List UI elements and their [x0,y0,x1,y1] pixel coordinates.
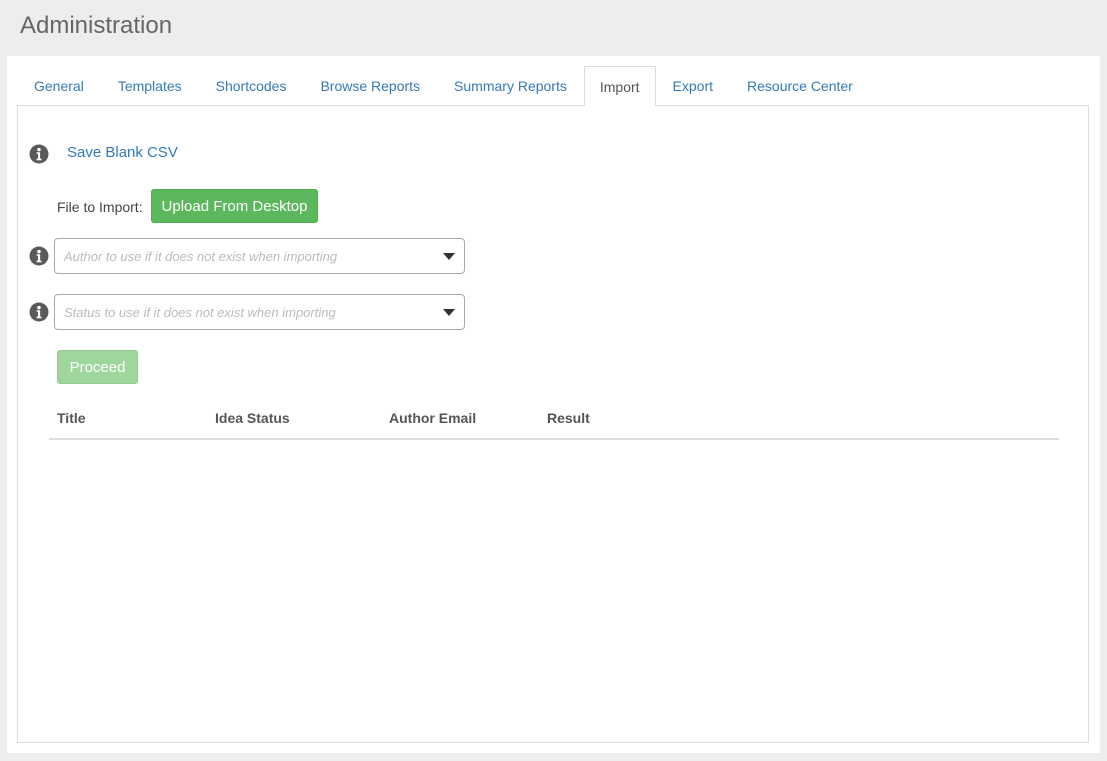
info-icon[interactable] [29,302,49,322]
tab-browse-reports[interactable]: Browse Reports [303,66,437,106]
column-header-idea-status: Idea Status [215,410,290,426]
status-select-placeholder: Status to use if it does not exist when … [64,305,336,320]
import-results-table-header: Title Idea Status Author Email Result [49,408,1059,440]
author-select[interactable]: Author to use if it does not exist when … [54,238,465,274]
column-header-author-email: Author Email [389,410,477,426]
tab-export[interactable]: Export [656,66,730,106]
status-select[interactable]: Status to use if it does not exist when … [54,294,465,330]
admin-panel: General Templates Shortcodes Browse Repo… [7,56,1100,753]
tab-import[interactable]: Import [583,66,656,106]
admin-tabs: General Templates Shortcodes Browse Repo… [17,66,870,106]
author-select-placeholder: Author to use if it does not exist when … [64,249,338,264]
info-icon[interactable] [29,144,49,164]
upload-from-desktop-button[interactable]: Upload From Desktop [151,189,318,223]
info-icon[interactable] [29,246,49,266]
import-tab-content: Save Blank CSV File to Import: Upload Fr… [17,105,1089,743]
tab-resource-center[interactable]: Resource Center [730,66,870,106]
proceed-button[interactable]: Proceed [57,350,138,384]
save-blank-csv-link[interactable]: Save Blank CSV [67,144,178,161]
page-title: Administration [20,12,173,39]
column-header-title: Title [57,410,86,426]
tab-general[interactable]: General [17,66,101,106]
file-to-import-label: File to Import: [57,199,143,215]
tab-templates[interactable]: Templates [101,66,199,106]
tab-summary-reports[interactable]: Summary Reports [437,66,584,106]
column-header-result: Result [547,410,590,426]
caret-down-icon [443,309,455,316]
caret-down-icon [443,253,455,260]
tab-shortcodes[interactable]: Shortcodes [199,66,304,106]
